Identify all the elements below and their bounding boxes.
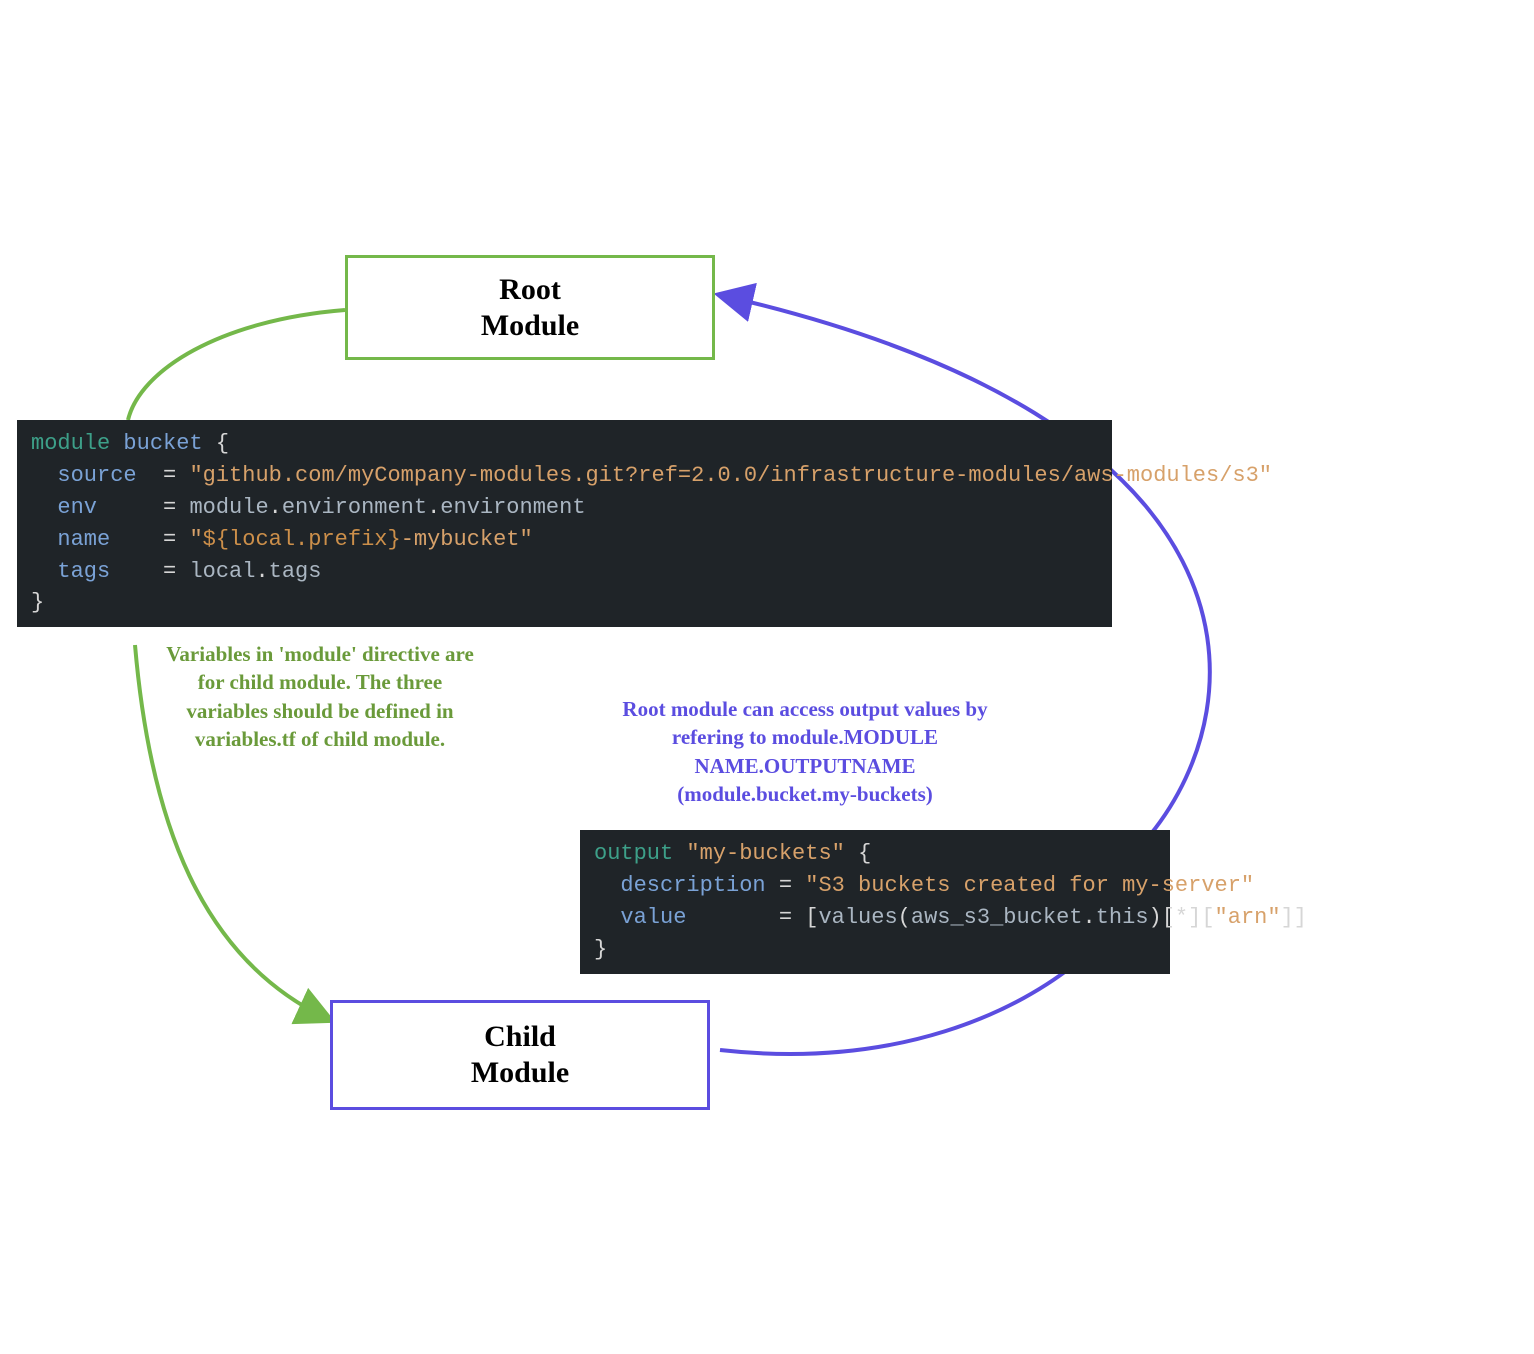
root-module-box: Root Module	[345, 255, 715, 360]
child-module-line1: Child	[484, 1020, 556, 1053]
root-module-line2: Module	[481, 309, 579, 342]
code-root-module-block: module bucket { source = "github.com/myC…	[17, 420, 1112, 627]
root-module-line1: Root	[499, 273, 561, 306]
child-module-box: Child Module	[330, 1000, 710, 1110]
root-module-label: Root Module	[481, 272, 579, 344]
annotation-outputs: Root module can access output values byr…	[575, 695, 1035, 808]
child-module-line2: Module	[471, 1056, 569, 1089]
arrow-root-to-code	[128, 310, 345, 420]
arrow-child-to-output	[720, 960, 1080, 1054]
annotation-variables: Variables in 'module' directive arefor c…	[140, 640, 500, 753]
child-module-label: Child Module	[471, 1019, 569, 1091]
code-output-block: output "my-buckets" { description = "S3 …	[580, 830, 1170, 974]
